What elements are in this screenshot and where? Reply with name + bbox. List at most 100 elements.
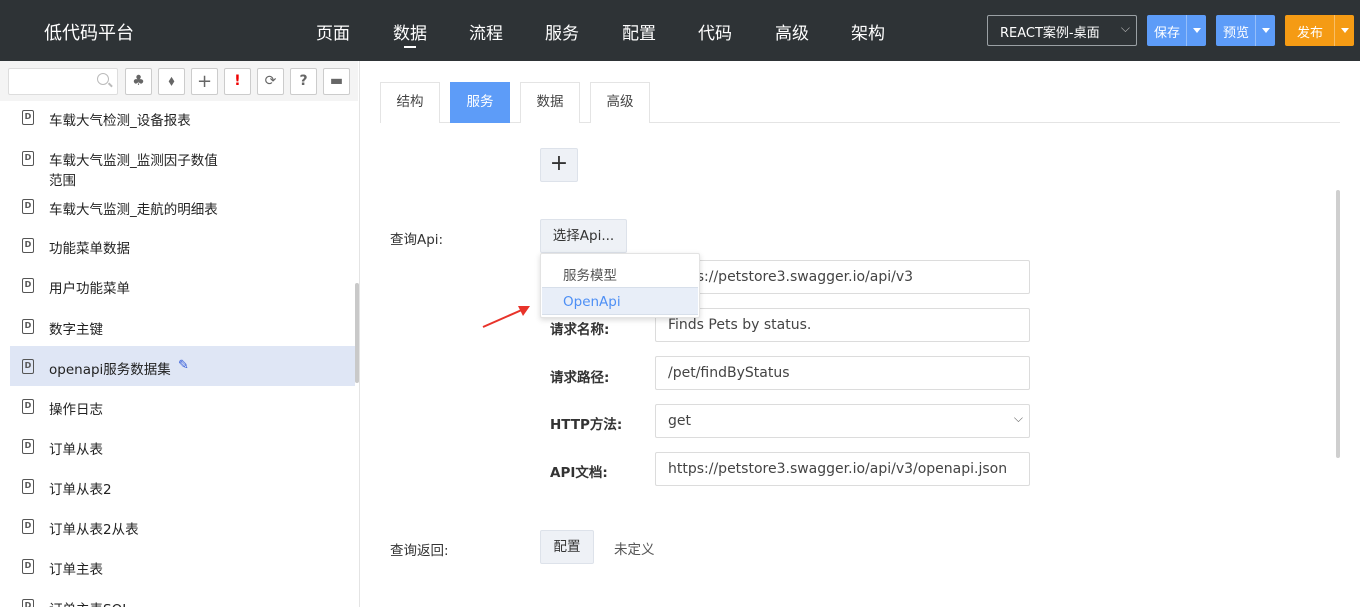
request-path-label: 请求路径: [550, 370, 610, 386]
sidebar-search-input[interactable] [8, 68, 118, 95]
alert-icon[interactable]: ! [224, 68, 251, 95]
nav-active-indicator [404, 46, 416, 48]
add-button[interactable]: + [540, 148, 578, 182]
pencil-icon[interactable]: ✎ [178, 358, 189, 373]
publish-button[interactable]: 发布 [1285, 15, 1354, 46]
chevron-down-icon: ⌵ [1120, 21, 1130, 35]
publish-button-label: 发布 [1297, 26, 1324, 41]
list-item-label: openapi服务数据集 [49, 362, 171, 378]
tab-service[interactable]: 服务 [450, 82, 510, 123]
request-path-field[interactable]: /pet/findByStatus [655, 356, 1030, 390]
preview-button-label: 预览 [1223, 26, 1250, 41]
document-icon: D [22, 439, 34, 454]
save-dropdown-caret-icon[interactable] [1186, 15, 1206, 46]
annotation-arrow-icon [482, 306, 530, 328]
list-item-label: 车载大气监测_走航的明细表 [49, 202, 218, 218]
nav-service[interactable]: 服务 [545, 19, 579, 44]
preview-button[interactable]: 预览 [1216, 15, 1275, 46]
base-url-value: https://petstore3.swagger.io/api/v3 [668, 269, 914, 285]
environment-select[interactable]: REACT案例-桌面 ⌵ [987, 15, 1137, 46]
list-item-label: 用户功能菜单 [49, 281, 130, 297]
list-item[interactable]: D 操作日志 [10, 386, 355, 426]
list-item[interactable]: D 功能菜单数据 [10, 225, 355, 265]
select-api-button[interactable]: 选择Api... [540, 219, 627, 253]
list-item[interactable]: D 数字主键 [10, 306, 355, 346]
dataset-sidebar: ♣ ⬧ + ! ⟳ ? ▬ D 车载大气检测_设备报表 D 车载大气监测_监测因… [0, 61, 360, 607]
list-item[interactable]: D 订单从表2从表 [10, 506, 355, 546]
document-icon: D [22, 559, 34, 574]
publish-dropdown-caret-icon[interactable] [1334, 15, 1354, 46]
refresh-icon[interactable]: ⟳ [257, 68, 284, 95]
document-icon: D [22, 278, 34, 293]
document-icon: D [22, 151, 34, 166]
main-scrollbar[interactable] [1336, 190, 1340, 458]
save-button[interactable]: 保存 [1147, 15, 1206, 46]
tab-structure[interactable]: 结构 [380, 82, 440, 123]
list-item[interactable]: D 订单从表 [10, 426, 355, 466]
list-item-label: 车载大气监测_监测因子数值 [49, 153, 218, 169]
list-item[interactable]: D 订单主表SQL [10, 586, 355, 607]
query-return-label: 查询返回: [390, 543, 449, 559]
http-method-label: HTTP方法: [550, 417, 623, 433]
list-item-label: 订单从表2 [49, 482, 112, 498]
list-item-selected[interactable]: D openapi服务数据集 ✎ [10, 346, 355, 386]
search-icon [97, 73, 109, 85]
api-doc-value: https://petstore3.swagger.io/api/v3/open… [668, 461, 1008, 477]
menu-item-openapi[interactable]: OpenApi [542, 287, 698, 315]
nav-architecture[interactable]: 架构 [851, 19, 885, 44]
menu-item-service-model[interactable]: 服务模型 [542, 258, 698, 286]
add-icon[interactable]: + [191, 68, 218, 95]
tree-icon[interactable]: ♣ [125, 68, 152, 95]
document-icon: D [22, 238, 34, 253]
api-doc-field[interactable]: https://petstore3.swagger.io/api/v3/open… [655, 452, 1030, 486]
base-url-field[interactable]: https://petstore3.swagger.io/api/v3 [655, 260, 1030, 294]
list-item[interactable]: D 订单从表2 [10, 466, 355, 506]
preview-dropdown-caret-icon[interactable] [1255, 15, 1275, 46]
sidebar-scrollbar[interactable] [355, 283, 359, 383]
list-item-label: 订单从表2从表 [49, 522, 139, 538]
comment-icon[interactable]: ▬ [323, 68, 350, 95]
list-item[interactable]: D 用户功能菜单 [10, 265, 355, 305]
api-doc-label: API文档: [550, 465, 608, 481]
save-button-label: 保存 [1154, 26, 1181, 41]
list-item-label: 功能菜单数据 [49, 241, 130, 257]
nav-page[interactable]: 页面 [316, 19, 350, 44]
tag-icon[interactable]: ⬧ [158, 68, 185, 95]
nav-code[interactable]: 代码 [698, 19, 732, 44]
http-method-select[interactable]: get ⌵ [655, 404, 1030, 438]
request-path-value: /pet/findByStatus [668, 365, 790, 381]
request-name-value: Finds Pets by status. [668, 317, 812, 333]
list-item[interactable]: D 车载大气监测_走航的明细表 [10, 186, 355, 226]
nav-data[interactable]: 数据 [393, 19, 427, 44]
config-button[interactable]: 配置 [540, 530, 594, 564]
nav-flow[interactable]: 流程 [469, 19, 503, 44]
sidebar-toolbar: ♣ ⬧ + ! ⟳ ? ▬ [0, 61, 358, 101]
undefined-text: 未定义 [614, 542, 655, 558]
list-item-label: 订单主表SQL [49, 598, 130, 607]
nav-config[interactable]: 配置 [622, 19, 656, 44]
list-item-label: 订单从表 [49, 442, 103, 458]
list-item-label: 数字主键 [49, 322, 103, 338]
request-name-label: 请求名称: [550, 322, 610, 338]
document-icon: D [22, 319, 34, 334]
document-icon: D [22, 359, 34, 374]
document-icon: D [22, 599, 34, 607]
nav-advanced[interactable]: 高级 [775, 19, 809, 44]
list-item[interactable]: D 车载大气检测_设备报表 [10, 97, 355, 137]
list-item-label: 操作日志 [49, 402, 103, 418]
chevron-down-icon: ⌵ [1013, 411, 1023, 425]
document-icon: D [22, 519, 34, 534]
list-item[interactable]: D 车载大气监测_监测因子数值 范围 [10, 137, 355, 189]
list-item[interactable]: D 订单主表 [10, 546, 355, 586]
app-brand: 低代码平台 [44, 23, 134, 44]
tab-advanced[interactable]: 高级 [590, 82, 650, 123]
document-icon: D [22, 199, 34, 214]
document-icon: D [22, 399, 34, 414]
environment-select-value: REACT案例-桌面 [1000, 26, 1100, 41]
tab-data[interactable]: 数据 [520, 82, 580, 123]
request-name-field[interactable]: Finds Pets by status. [655, 308, 1030, 342]
help-icon[interactable]: ? [290, 68, 317, 95]
document-icon: D [22, 479, 34, 494]
http-method-value: get [668, 413, 691, 429]
config-tabs: 结构 服务 数据 高级 [380, 82, 1340, 123]
